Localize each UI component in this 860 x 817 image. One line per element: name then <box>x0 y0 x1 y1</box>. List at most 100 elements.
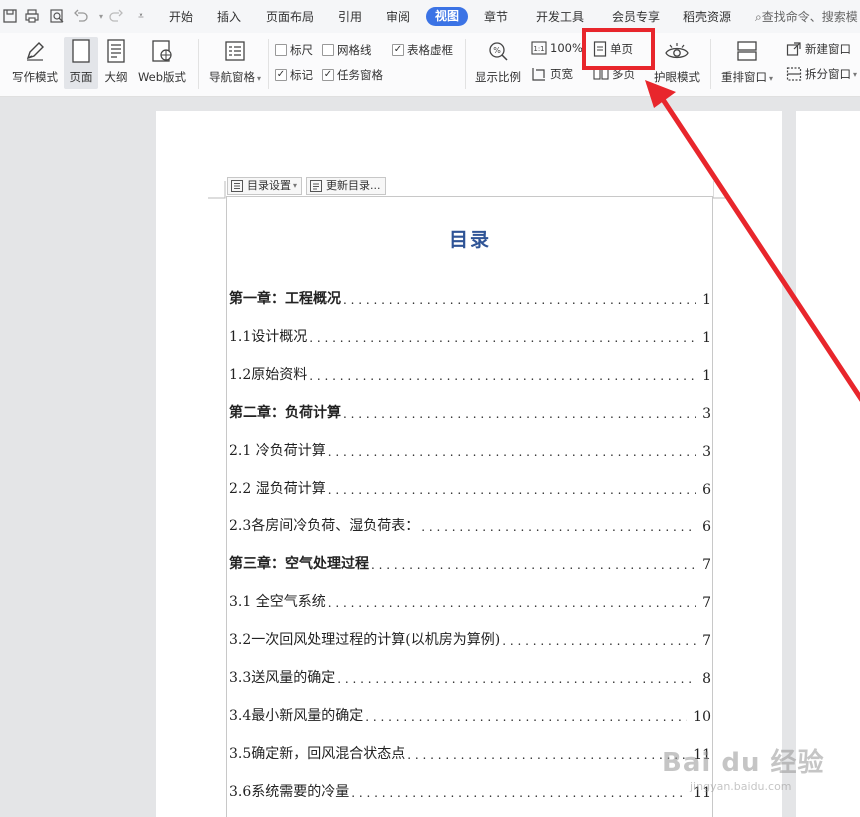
tab-review[interactable]: 审阅 <box>386 8 410 26</box>
toc-settings-icon <box>231 180 243 192</box>
chevron-down-icon: ▾ <box>293 181 298 190</box>
toc-entry[interactable]: 3.5确定新，回风混合状态点11 <box>229 741 711 763</box>
chevron-down-icon: ▾ <box>853 69 858 79</box>
ribbon-toolbar: 写作模式 页面 大纲 Web版式 导航窗格 ▾ 标尺 网格线 ✓ 表格虚框 ✓ … <box>0 33 860 97</box>
toc-page-number: 7 <box>702 595 711 611</box>
new-window-button[interactable]: 新建窗口 <box>786 41 851 57</box>
toc-page-number: 1 <box>702 368 711 384</box>
eye-protection-button[interactable]: 护眼模式 <box>652 37 702 89</box>
check-icon: ✓ <box>322 69 334 81</box>
ribbon-separator <box>268 39 269 89</box>
toc-entry[interactable]: 3.1 全空气系统 7 <box>229 589 711 611</box>
tab-home[interactable]: 开始 <box>169 8 193 26</box>
undo-icon[interactable] <box>73 8 91 26</box>
toc-leader-dots <box>328 595 696 611</box>
toc-entry[interactable]: 第二章：负荷计算 3 <box>229 400 711 422</box>
web-icon <box>134 37 190 65</box>
search-input[interactable]: 查找命令、搜索模 <box>762 10 858 24</box>
tab-page-layout[interactable]: 页面布局 <box>266 8 314 26</box>
toc-entry-text: 第一章：工程概况 <box>229 291 341 307</box>
toc-entry[interactable]: 1.1设计概况 1 <box>229 324 711 346</box>
ribbon-separator <box>710 39 711 89</box>
toc-entry[interactable]: 3.2一次回风处理过程的计算(以机房为算例) 7 <box>229 627 711 649</box>
tab-docer-resources[interactable]: 稻壳资源 <box>683 8 731 26</box>
toc-entry[interactable]: 3.6系统需要的冷量11 <box>229 779 711 801</box>
toc-leader-dots <box>502 633 696 649</box>
zoom-button[interactable]: % 显示比例 <box>472 37 524 89</box>
toc-entry-text: 第二章：负荷计算 <box>229 405 341 421</box>
toc-toolbar: 目录设置 ▾ 更新目录... <box>227 177 386 195</box>
toc-leader-dots <box>343 292 696 308</box>
print-icon[interactable] <box>24 8 42 26</box>
toc-entry-text: 第三章：空气处理过程 <box>229 556 369 572</box>
outline-view-button[interactable]: 大纲 <box>100 37 132 89</box>
toc-entry[interactable]: 1.2原始资料 1 <box>229 362 711 384</box>
tab-references[interactable]: 引用 <box>338 8 362 26</box>
toc-entry-text: 3.2一次回风处理过程的计算(以机房为算例) <box>229 632 501 648</box>
split-window-button[interactable]: 拆分窗口 ▾ <box>786 66 857 82</box>
page-width-icon <box>531 66 547 82</box>
toc-leader-dots <box>407 747 687 763</box>
toc-entry[interactable]: 2.1 冷负荷计算 3 <box>229 438 711 460</box>
rearrange-window-button[interactable]: 重排窗口 ▾ <box>716 37 778 89</box>
gridlines-checkbox[interactable]: 网格线 <box>322 42 372 58</box>
customize-toolbar-icon[interactable]: ⩡ <box>132 8 150 26</box>
baidu-jingyan-watermark: Bai du 经验 jingyan.baidu.com <box>662 748 825 793</box>
task-pane-checkbox[interactable]: ✓ 任务窗格 <box>322 67 383 83</box>
toc-entry-text: 1.1设计概况 <box>229 329 308 345</box>
toc-update-button[interactable]: 更新目录... <box>306 177 386 195</box>
toc-entry-text: 2.2 湿负荷计算 <box>229 481 326 497</box>
markup-checkbox[interactable]: ✓ 标记 <box>275 67 313 83</box>
toc-entry[interactable]: 2.2 湿负荷计算 6 <box>229 476 711 498</box>
write-mode-button[interactable]: 写作模式 <box>8 37 62 89</box>
check-icon: ✓ <box>392 44 404 56</box>
page-margin-corner-mark <box>208 181 226 199</box>
toc-entry[interactable]: 第三章：空气处理过程 7 <box>229 551 711 573</box>
toc-page-number: 7 <box>702 633 711 649</box>
ribbon-tab-bar: ▾ ⩡ 开始 插入 页面布局 引用 审阅 视图 章节 开发工具 会员专享 稻壳资… <box>0 0 860 33</box>
toc-entry[interactable]: 第一章：工程概况 1 <box>229 286 711 308</box>
toc-entry[interactable]: 3.3送风量的确定 8 <box>229 665 711 687</box>
pen-icon <box>8 37 62 65</box>
ruler-checkbox[interactable]: 标尺 <box>275 42 313 58</box>
redo-icon[interactable] <box>108 8 126 26</box>
command-search[interactable]: ⌕查找命令、搜索模 <box>755 8 858 25</box>
toc-entry[interactable]: 2.3各房间冷负荷、湿负荷表： 6 <box>229 513 711 535</box>
toc-page-number: 6 <box>702 519 711 535</box>
eye-icon <box>652 37 702 65</box>
print-preview-icon[interactable] <box>49 8 67 26</box>
tab-developer[interactable]: 开发工具 <box>536 8 584 26</box>
toc-entry-text: 3.5确定新，回风混合状态点 <box>229 746 406 762</box>
toc-settings-button[interactable]: 目录设置 ▾ <box>227 177 303 195</box>
svg-text:1:1: 1:1 <box>533 45 544 53</box>
toc-entry-text: 2.3各房间冷负荷、湿负荷表： <box>229 518 420 534</box>
toc-page-number: 10 <box>693 709 711 725</box>
refresh-toc-icon <box>310 180 323 192</box>
toc-entry-text: 3.4最小新风量的确定 <box>229 708 364 724</box>
toc-leader-dots <box>371 557 696 573</box>
check-icon: ✓ <box>275 69 287 81</box>
toc-leader-dots <box>309 368 696 384</box>
toc-leader-dots <box>328 482 696 498</box>
rearrange-icon <box>716 37 778 65</box>
new-window-icon <box>786 41 802 57</box>
toc-page-number: 8 <box>702 671 711 687</box>
zoom-100-button[interactable]: 1:1 100% <box>531 41 583 55</box>
toc-page-number: 7 <box>702 557 711 573</box>
web-layout-button[interactable]: Web版式 <box>134 37 190 89</box>
tab-insert[interactable]: 插入 <box>217 8 241 26</box>
table-frame-checkbox[interactable]: ✓ 表格虚框 <box>392 42 453 58</box>
page-view-button[interactable]: 页面 <box>64 37 98 89</box>
toc-page-number: 3 <box>702 444 711 460</box>
page-icon <box>64 37 98 65</box>
toc-leader-dots <box>309 330 696 346</box>
tab-view[interactable]: 视图 <box>426 7 469 26</box>
ribbon-separator <box>198 39 199 89</box>
tab-chapter[interactable]: 章节 <box>484 8 508 26</box>
save-icon[interactable] <box>2 8 20 26</box>
page-width-button[interactable]: 页宽 <box>531 66 573 82</box>
tab-member[interactable]: 会员专享 <box>612 8 660 26</box>
navigation-pane-button[interactable]: 导航窗格 ▾ <box>205 37 265 89</box>
toc-entry[interactable]: 3.4最小新风量的确定 10 <box>229 703 711 725</box>
next-document-page[interactable] <box>796 111 860 817</box>
